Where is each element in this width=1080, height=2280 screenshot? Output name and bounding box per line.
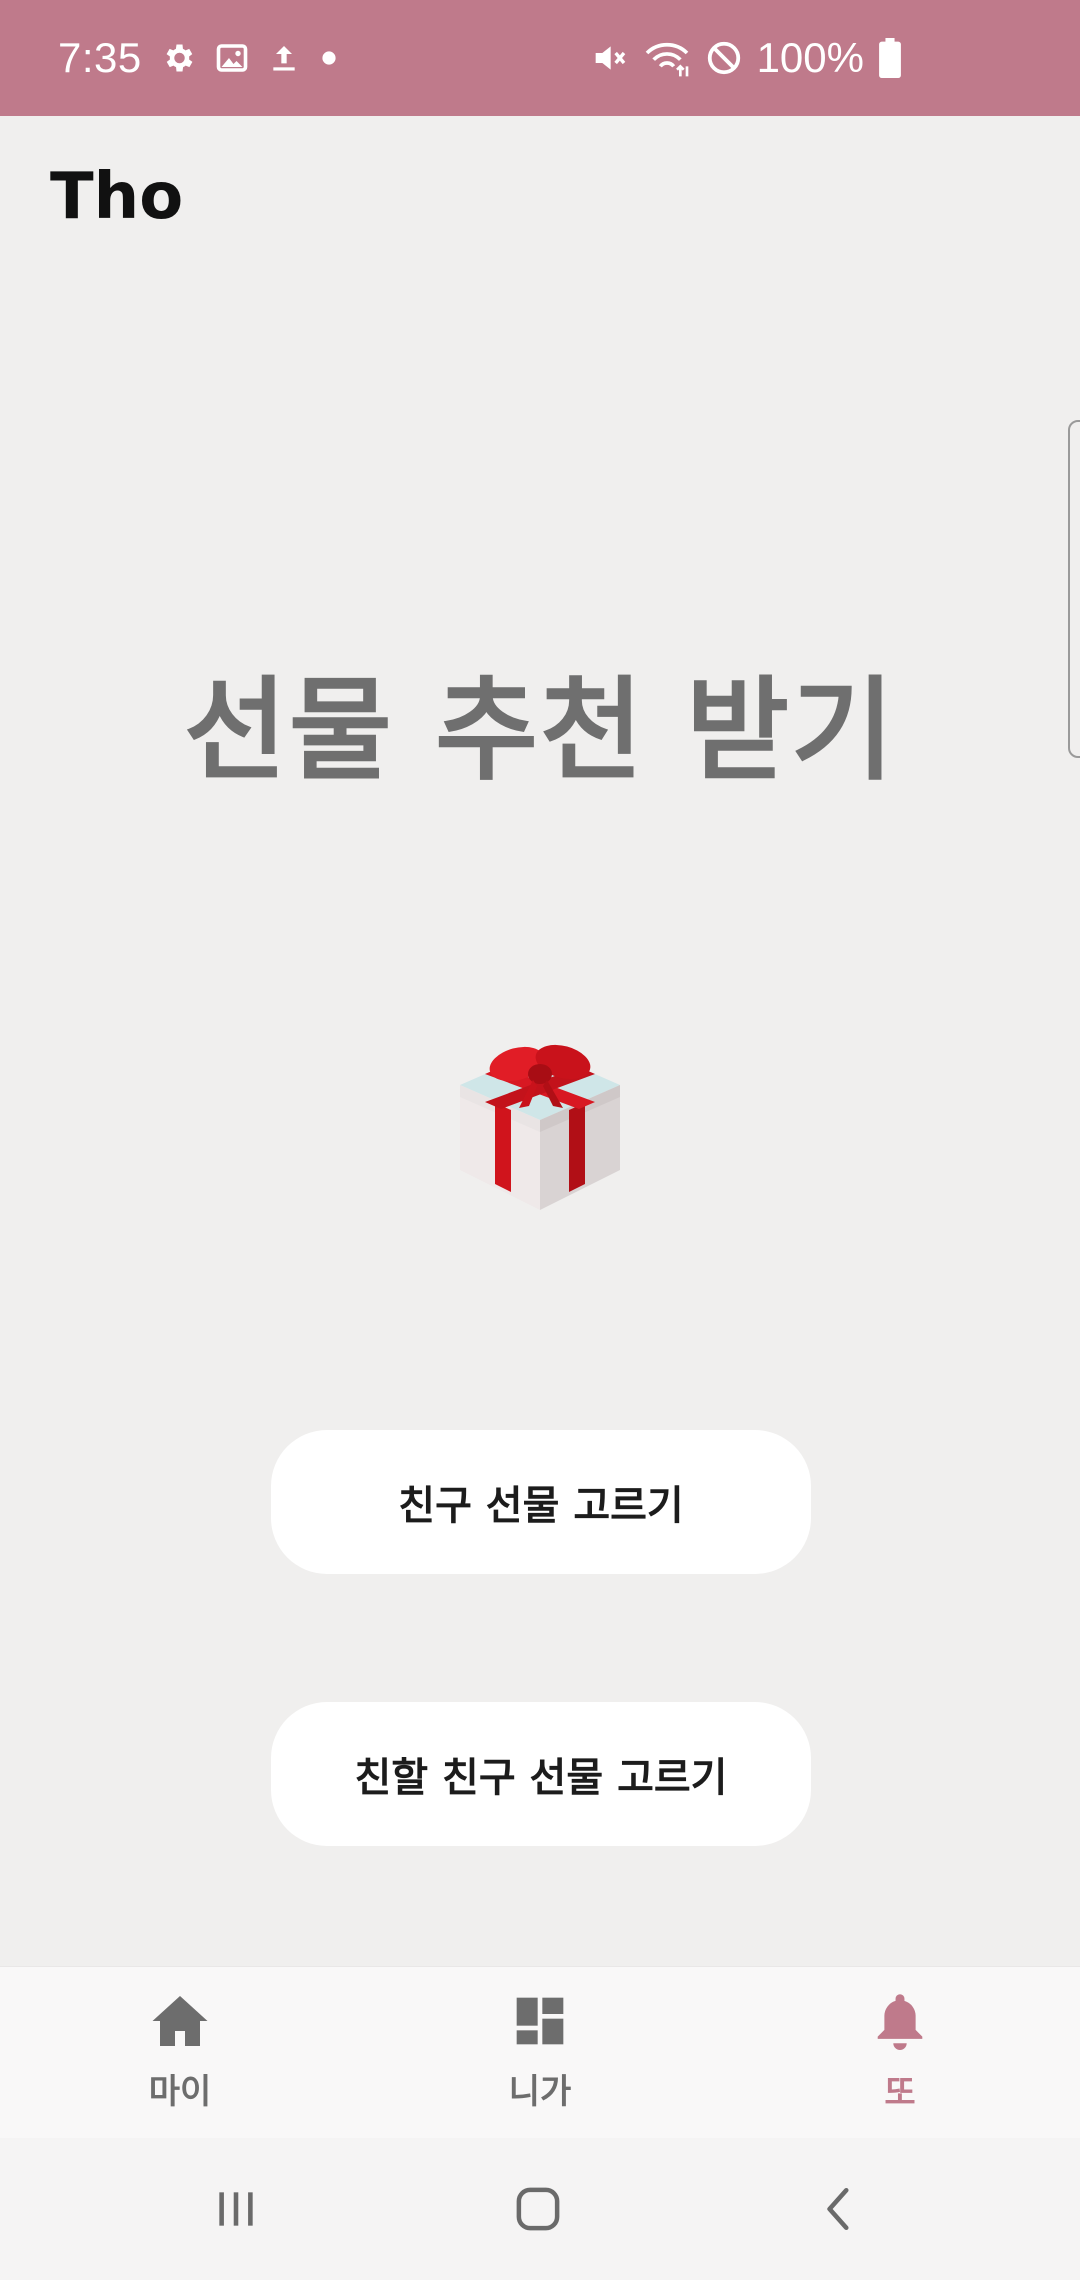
gear-icon — [160, 40, 196, 76]
back-icon[interactable] — [780, 2138, 900, 2280]
pick-friend-gift-button[interactable]: 친구 선물 고르기 — [271, 1430, 811, 1574]
pick-close-friend-gift-button[interactable]: 친할 친구 선물 고르기 — [271, 1702, 811, 1846]
gift-box-icon — [445, 1030, 635, 1220]
dot-icon — [318, 47, 340, 69]
wifi-icon — [643, 38, 691, 78]
status-right: 100% — [589, 0, 902, 116]
bottom-nav: 마이 니가 또 — [0, 1966, 1080, 2138]
block-icon — [705, 39, 743, 77]
image-icon — [214, 40, 250, 76]
system-nav-bar — [0, 2138, 1080, 2280]
battery-percent: 100% — [756, 34, 864, 81]
upload-icon — [268, 40, 300, 76]
dashboard-icon — [512, 1993, 568, 2058]
nav-item-niga[interactable]: 니가 — [440, 1967, 640, 2139]
mute-icon — [589, 38, 629, 78]
battery-icon — [878, 38, 902, 78]
home-button-icon[interactable] — [478, 2138, 598, 2280]
nav-item-my[interactable]: 마이 — [80, 1967, 280, 2139]
nav-label-my: 마이 — [148, 2072, 212, 2112]
recent-apps-icon[interactable] — [176, 2138, 296, 2280]
status-left: 7:35 — [58, 0, 340, 116]
status-bar: 7:35 100% — [0, 0, 1080, 116]
app-title: Tho — [50, 160, 184, 234]
page-title: 선물 추천 받기 — [183, 666, 897, 796]
nav-label-niga: 니가 — [508, 2072, 572, 2112]
nav-item-tto[interactable]: 또 — [800, 1967, 1000, 2139]
home-icon — [150, 1993, 210, 2058]
bell-icon — [874, 1992, 926, 2059]
status-time: 7:35 — [58, 34, 142, 81]
nav-label-tto: 또 — [884, 2073, 916, 2113]
